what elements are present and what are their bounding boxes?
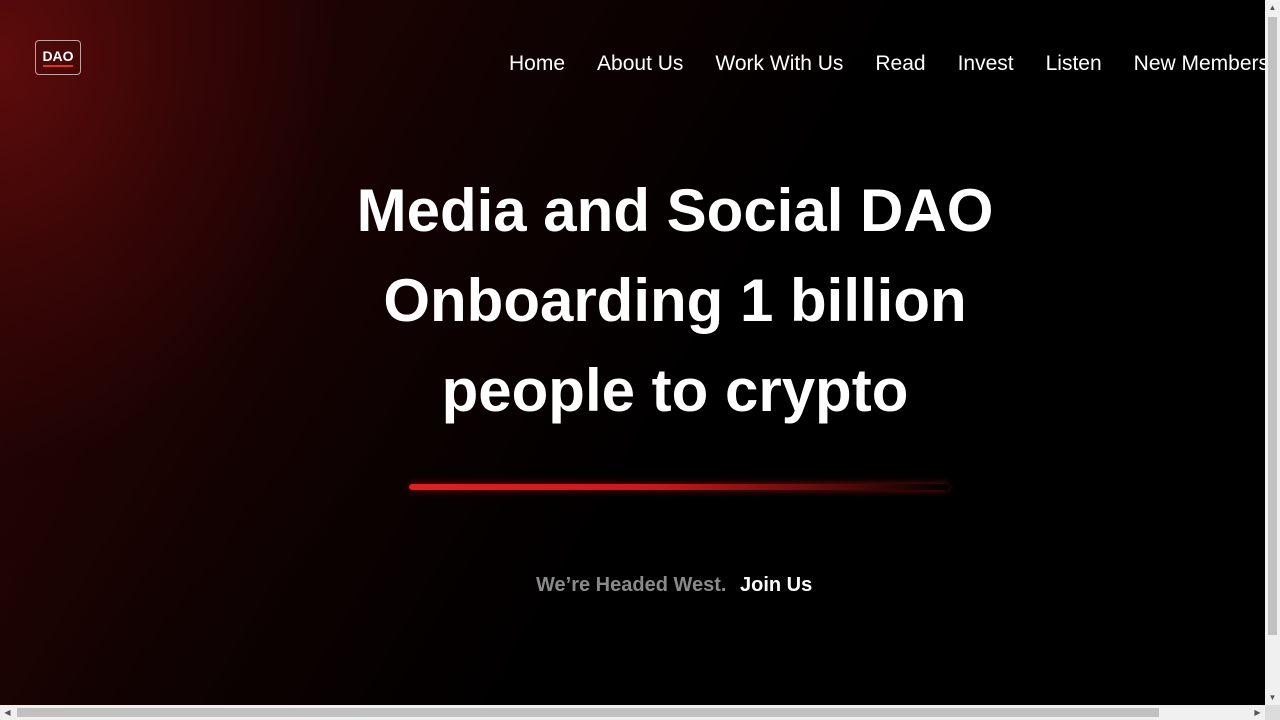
hero-heading: Media and Social DAO Onboarding 1 billio… <box>0 166 1265 436</box>
page-viewport: DAO Home About Us Work With Us Read Inve… <box>0 0 1265 705</box>
triangle-left-icon[interactable]: ◀ <box>0 705 15 720</box>
nav-item-about-us[interactable]: About Us <box>597 52 683 76</box>
nav-item-new-members[interactable]: New Members <box>1134 52 1265 76</box>
main-nav: Home About Us Work With Us Read Invest L… <box>509 52 1265 76</box>
cta-row: We’re Headed West. Join Us <box>536 574 812 597</box>
nav-item-work-with-us[interactable]: Work With Us <box>715 52 843 76</box>
dao-logo[interactable]: DAO <box>35 40 81 75</box>
nav-item-home[interactable]: Home <box>509 52 565 76</box>
scrollbar-corner <box>1265 705 1280 720</box>
nav-item-invest[interactable]: Invest <box>958 52 1014 76</box>
hero-line-2: Onboarding 1 billion <box>383 267 967 334</box>
horizontal-scroll-thumb[interactable] <box>17 708 1159 717</box>
logo-text: DAO <box>42 47 74 64</box>
nav-item-read[interactable]: Read <box>875 52 925 76</box>
vertical-scrollbar[interactable]: ▲ ▼ <box>1265 0 1280 705</box>
cta-tagline: We’re Headed West. <box>536 574 727 596</box>
hero-line-1: Media and Social DAO <box>356 177 994 244</box>
triangle-down-icon[interactable]: ▼ <box>1265 690 1280 705</box>
triangle-right-icon[interactable]: ▶ <box>1250 705 1265 720</box>
join-us-link[interactable]: Join Us <box>740 574 812 596</box>
vertical-scroll-thumb[interactable] <box>1268 17 1277 635</box>
nav-item-listen[interactable]: Listen <box>1046 52 1102 76</box>
triangle-up-icon[interactable]: ▲ <box>1265 0 1280 15</box>
horizontal-scrollbar[interactable]: ◀ ▶ <box>0 705 1265 720</box>
red-glow-divider <box>409 484 949 490</box>
logo-underline <box>43 64 73 67</box>
hero-line-3: people to crypto <box>441 357 909 424</box>
